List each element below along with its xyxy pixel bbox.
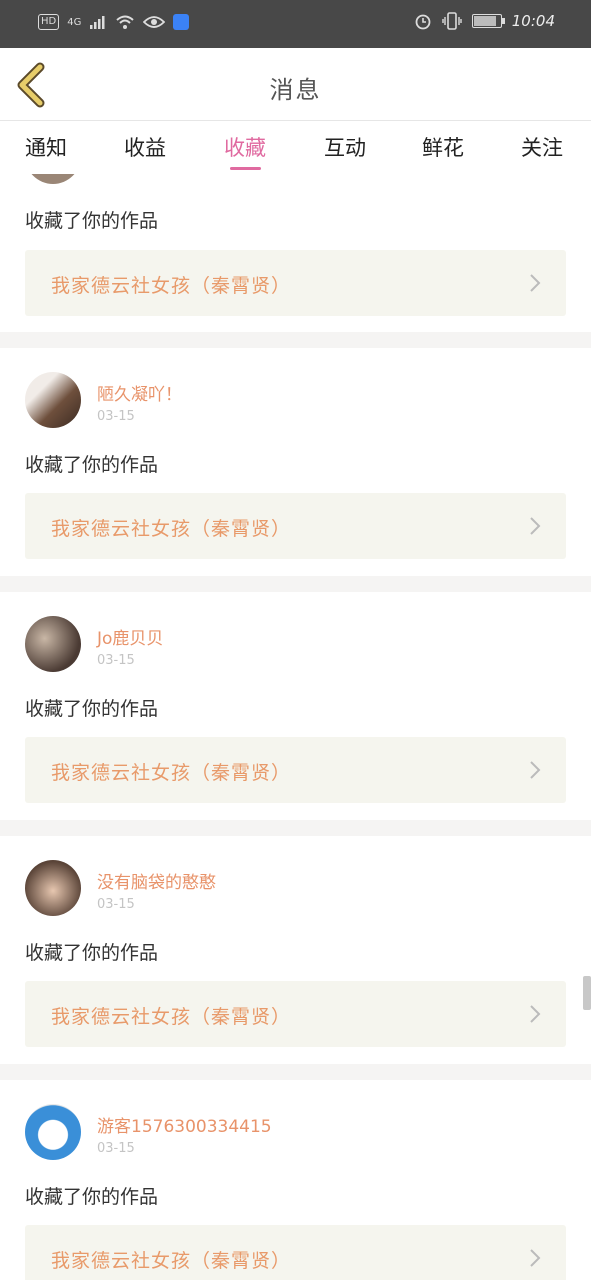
list-item: 陋久凝吖！ 03-15 收藏了你的作品 我家德云社女孩（秦霄贤） xyxy=(0,348,591,576)
timestamp: 03-15 xyxy=(97,653,135,668)
scrollbar[interactable] xyxy=(583,976,591,1010)
username[interactable]: 没有脑袋的憨憨 xyxy=(97,868,216,893)
tab-flowers[interactable]: 鲜花 xyxy=(422,132,464,162)
action-text: 收藏了你的作品 xyxy=(25,942,159,964)
avatar[interactable] xyxy=(25,1104,81,1160)
action-text: 收藏了你的作品 xyxy=(25,454,159,476)
timestamp: 03-15 xyxy=(97,409,135,424)
username[interactable]: 游客1576300334415 xyxy=(97,1112,272,1137)
divider xyxy=(0,1064,591,1080)
work-title: 我家德云社女孩（秦霄贤） xyxy=(51,1006,292,1028)
alarm-icon xyxy=(415,14,431,30)
battery-icon xyxy=(471,14,505,28)
chevron-right-icon xyxy=(530,517,541,535)
chevron-right-icon xyxy=(530,274,541,292)
signal-icon xyxy=(90,16,105,29)
tab-bar: 通知 收益 收藏 互动 鲜花 关注 xyxy=(0,122,591,174)
work-title: 我家德云社女孩（秦霄贤） xyxy=(51,762,292,784)
list-item: 收藏了你的作品 我家德云社女孩（秦霄贤） xyxy=(0,174,591,332)
eye-icon xyxy=(143,16,166,28)
username[interactable]: 陋久凝吖！ xyxy=(97,380,182,405)
list-item: 游客1576300334415 03-15 收藏了你的作品 我家德云社女孩（秦霄… xyxy=(0,1080,591,1280)
tab-favorites[interactable]: 收藏 xyxy=(224,132,266,162)
message-list[interactable]: 收藏了你的作品 我家德云社女孩（秦霄贤） 陋久凝吖！ 03-15 收藏了你的作品… xyxy=(0,174,591,1280)
timestamp: 03-15 xyxy=(97,1141,135,1156)
work-link[interactable]: 我家德云社女孩（秦霄贤） xyxy=(25,493,566,559)
chevron-right-icon xyxy=(530,761,541,779)
action-text: 收藏了你的作品 xyxy=(25,698,159,720)
username[interactable]: Jo鹿贝贝 xyxy=(97,624,163,649)
work-title: 我家德云社女孩（秦霄贤） xyxy=(51,1250,292,1272)
clock: 10:04 xyxy=(511,12,555,30)
avatar[interactable] xyxy=(25,174,81,184)
status-bar: HD 4G 10:04 xyxy=(0,0,591,48)
list-item: 没有脑袋的憨憨 03-15 收藏了你的作品 我家德云社女孩（秦霄贤） xyxy=(0,836,591,1064)
divider xyxy=(0,820,591,836)
active-tab-indicator xyxy=(230,167,261,170)
action-text: 收藏了你的作品 xyxy=(25,210,159,232)
timestamp: 03-15 xyxy=(97,897,135,912)
divider xyxy=(0,576,591,592)
tab-notifications[interactable]: 通知 xyxy=(25,132,67,162)
vibrate-icon xyxy=(442,12,462,30)
avatar[interactable] xyxy=(25,372,81,428)
avatar[interactable] xyxy=(25,860,81,916)
header: 消息 xyxy=(0,48,591,121)
tab-interactions[interactable]: 互动 xyxy=(324,132,366,162)
hd-indicator: HD xyxy=(38,14,60,30)
tab-follows[interactable]: 关注 xyxy=(521,132,563,162)
tab-earnings[interactable]: 收益 xyxy=(124,132,166,162)
work-link[interactable]: 我家德云社女孩（秦霄贤） xyxy=(25,981,566,1047)
page-title: 消息 xyxy=(269,76,322,104)
work-title: 我家德云社女孩（秦霄贤） xyxy=(51,275,292,297)
divider xyxy=(0,332,591,348)
chevron-right-icon xyxy=(530,1005,541,1023)
avatar[interactable] xyxy=(25,616,81,672)
work-link[interactable]: 我家德云社女孩（秦霄贤） xyxy=(25,1225,566,1280)
app-icon xyxy=(173,14,190,30)
work-link[interactable]: 我家德云社女孩（秦霄贤） xyxy=(25,250,566,316)
list-item: Jo鹿贝贝 03-15 收藏了你的作品 我家德云社女孩（秦霄贤） xyxy=(0,592,591,820)
network-label: 4G xyxy=(67,16,82,28)
action-text: 收藏了你的作品 xyxy=(25,1186,159,1208)
chevron-right-icon xyxy=(530,1249,541,1267)
wifi-icon xyxy=(116,15,135,29)
work-link[interactable]: 我家德云社女孩（秦霄贤） xyxy=(25,737,566,803)
work-title: 我家德云社女孩（秦霄贤） xyxy=(51,518,292,540)
